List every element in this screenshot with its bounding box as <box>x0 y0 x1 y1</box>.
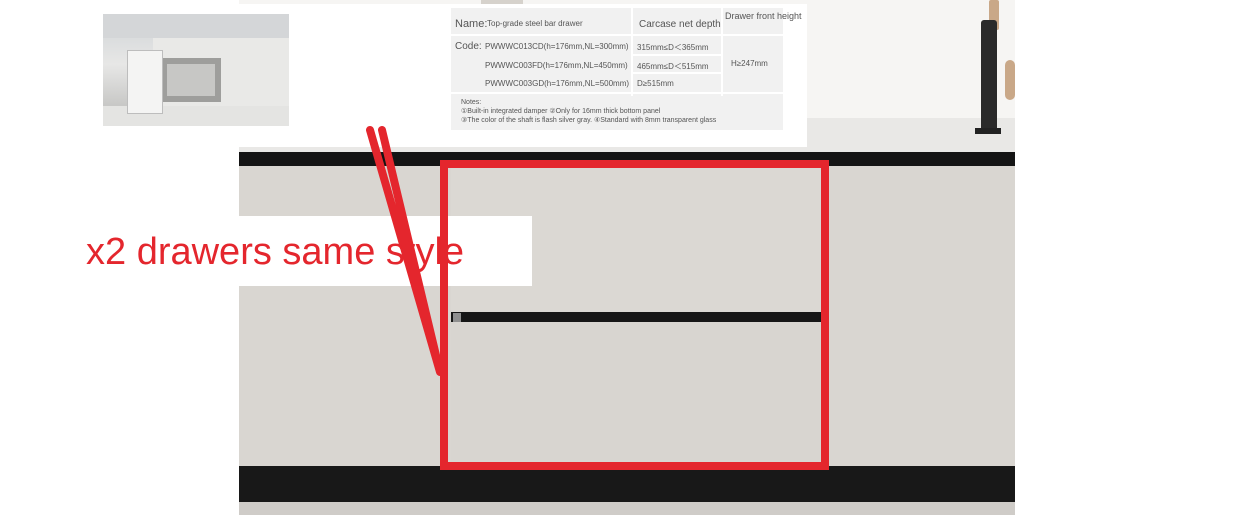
name-label: Name: <box>455 18 488 30</box>
name-value: Top-grade steel bar drawer <box>487 19 583 28</box>
code-row-2: PWWWC003FD(h=176mm,NL=450mm) <box>485 61 628 70</box>
drawer-handle-gap <box>451 312 821 322</box>
countertop-edge <box>239 152 1015 166</box>
lower-drawer-front <box>451 322 821 466</box>
faucet-base <box>975 128 1001 134</box>
depth-row-3: D≥515mm <box>637 79 674 88</box>
depth-row-1: 315mm≤D＜365mm <box>637 43 709 52</box>
code-label: Code: <box>455 41 482 52</box>
plinth <box>239 466 1015 502</box>
front-height-value: H≥247mm <box>731 59 768 68</box>
code-row-1: PWWWC013CD(h=176mm,NL=300mm) <box>485 42 629 51</box>
drawer-product-photo <box>103 14 289 126</box>
spec-table: Name: Top-grade steel bar drawer Carcase… <box>451 8 802 130</box>
depth-row-2: 465mm≤D＜515mm <box>637 62 709 71</box>
floor <box>239 502 1015 515</box>
front-height-header: Drawer front height <box>725 11 802 21</box>
faucet-icon <box>981 20 997 132</box>
faucet-arm <box>1005 60 1015 100</box>
spec-card: Name: Top-grade steel bar drawer Carcase… <box>101 4 807 147</box>
annotation-text: x2 drawers same style <box>86 231 465 273</box>
notes-text: Notes: ①Built-in integrated damper ②Only… <box>461 99 717 124</box>
code-row-3: PWWWC003GD(h=176mm,NL=500mm) <box>485 79 630 88</box>
depth-header: Carcase net depth <box>639 19 721 30</box>
